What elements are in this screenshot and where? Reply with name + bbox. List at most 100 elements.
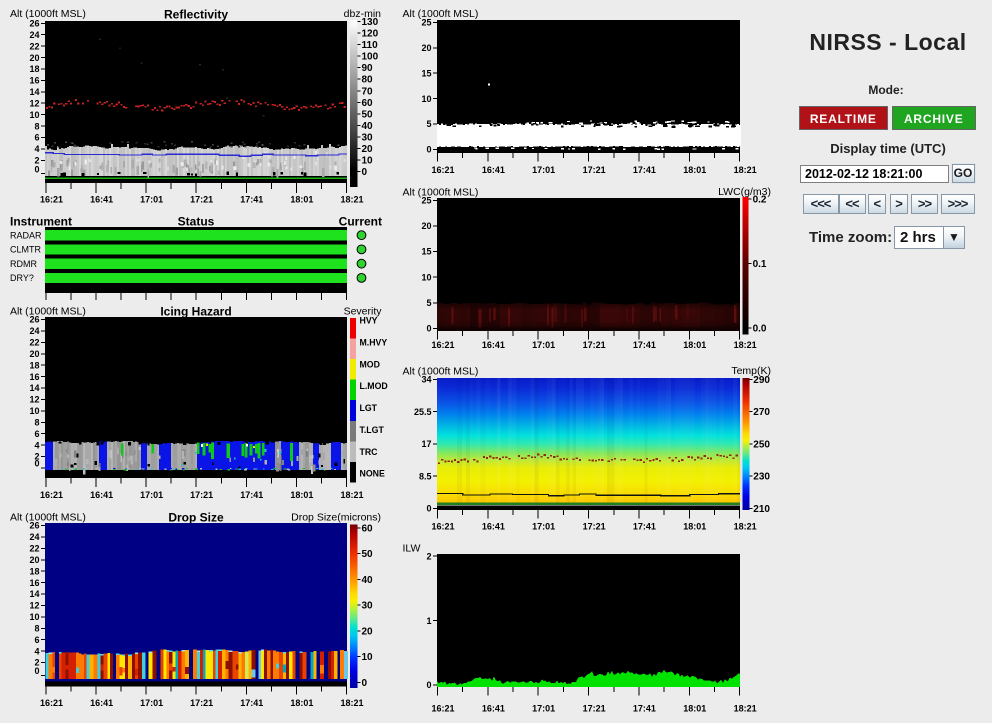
svg-text:Alt (1000ft MSL): Alt (1000ft MSL) [403, 8, 479, 20]
svg-text:25.5: 25.5 [414, 407, 432, 417]
svg-text:17:01: 17:01 [140, 194, 163, 204]
svg-text:20: 20 [29, 349, 39, 359]
svg-text:Alt (1000ft MSL): Alt (1000ft MSL) [403, 187, 479, 199]
svg-text:20: 20 [29, 555, 39, 565]
svg-text:0: 0 [362, 167, 368, 178]
svg-text:18: 18 [29, 360, 39, 370]
svg-text:80: 80 [362, 75, 374, 86]
svg-text:16:41: 16:41 [482, 521, 505, 531]
svg-text:1: 1 [426, 616, 431, 626]
svg-text:Icing Hazard: Icing Hazard [160, 305, 231, 319]
svg-text:90: 90 [362, 63, 374, 74]
svg-text:15: 15 [421, 68, 431, 78]
svg-text:16: 16 [29, 578, 39, 588]
svg-text:18:21: 18:21 [340, 698, 363, 708]
svg-text:14: 14 [29, 589, 39, 599]
svg-text:270: 270 [753, 407, 770, 418]
svg-text:17:21: 17:21 [583, 340, 606, 350]
svg-text:10: 10 [421, 94, 431, 104]
svg-text:Reflectivity: Reflectivity [164, 8, 228, 22]
svg-text:14: 14 [29, 383, 39, 393]
svg-text:30: 30 [362, 601, 374, 612]
svg-text:130: 130 [362, 17, 379, 28]
svg-text:4: 4 [34, 646, 39, 656]
svg-text:17:21: 17:21 [583, 521, 606, 531]
svg-text:17:01: 17:01 [532, 521, 555, 531]
svg-text:10: 10 [362, 156, 374, 167]
svg-text:5: 5 [426, 119, 431, 129]
svg-text:50: 50 [362, 549, 374, 560]
svg-text:4: 4 [34, 440, 39, 450]
svg-text:0: 0 [426, 324, 431, 334]
svg-text:16:21: 16:21 [40, 698, 63, 708]
svg-text:25: 25 [421, 18, 431, 28]
svg-text:16: 16 [29, 372, 39, 382]
svg-text:50: 50 [362, 109, 374, 120]
svg-text:6: 6 [34, 429, 39, 439]
svg-text:Instrument: Instrument [10, 215, 72, 229]
svg-text:25: 25 [421, 196, 431, 206]
svg-text:10: 10 [29, 406, 39, 416]
svg-text:MOD: MOD [360, 359, 380, 369]
svg-text:RADAR: RADAR [10, 230, 42, 240]
svg-text:26: 26 [29, 315, 39, 325]
svg-text:17:01: 17:01 [140, 698, 163, 708]
svg-text:40: 40 [362, 121, 374, 132]
svg-text:20: 20 [421, 221, 431, 231]
svg-text:18:01: 18:01 [290, 490, 313, 500]
svg-text:18:21: 18:21 [734, 521, 757, 531]
svg-text:22: 22 [29, 41, 39, 51]
svg-text:Drop Size: Drop Size [168, 511, 224, 525]
svg-text:Alt (1000ft MSL): Alt (1000ft MSL) [10, 512, 86, 524]
svg-text:16:21: 16:21 [40, 194, 63, 204]
svg-text:18:01: 18:01 [290, 698, 313, 708]
svg-text:DRY?: DRY? [10, 273, 34, 283]
svg-text:18:01: 18:01 [683, 340, 706, 350]
svg-text:210: 210 [753, 504, 770, 515]
svg-text:10: 10 [421, 272, 431, 282]
svg-text:18:21: 18:21 [734, 703, 757, 713]
svg-text:16: 16 [29, 76, 39, 86]
svg-text:26: 26 [29, 19, 39, 29]
svg-text:18:01: 18:01 [683, 521, 706, 531]
svg-text:17:21: 17:21 [190, 194, 213, 204]
svg-text:18: 18 [29, 64, 39, 74]
svg-text:24: 24 [29, 532, 39, 542]
svg-text:60: 60 [362, 524, 374, 535]
svg-text:12: 12 [29, 98, 39, 108]
svg-text:16:21: 16:21 [431, 703, 454, 713]
svg-text:17:21: 17:21 [583, 165, 606, 175]
svg-text:120: 120 [362, 29, 379, 40]
svg-text:17:41: 17:41 [240, 698, 263, 708]
svg-text:0: 0 [362, 678, 368, 689]
svg-text:250: 250 [753, 439, 770, 450]
svg-text:14: 14 [29, 87, 39, 97]
svg-text:16:41: 16:41 [90, 194, 113, 204]
svg-text:0.0: 0.0 [753, 324, 767, 335]
svg-text:18:21: 18:21 [340, 490, 363, 500]
svg-text:0: 0 [426, 504, 431, 514]
svg-text:18:01: 18:01 [290, 194, 313, 204]
svg-text:17:41: 17:41 [633, 165, 656, 175]
svg-text:18: 18 [29, 566, 39, 576]
svg-text:290: 290 [753, 375, 770, 386]
svg-text:17:21: 17:21 [190, 490, 213, 500]
svg-text:0: 0 [426, 680, 431, 690]
svg-text:5: 5 [426, 298, 431, 308]
svg-text:26: 26 [29, 521, 39, 531]
svg-text:CLMTR: CLMTR [10, 245, 41, 255]
svg-text:T.LGT: T.LGT [360, 425, 385, 435]
svg-text:Status: Status [178, 215, 215, 229]
svg-text:0: 0 [34, 666, 39, 676]
svg-text:M.HVY: M.HVY [360, 338, 388, 348]
svg-text:70: 70 [362, 86, 374, 97]
svg-text:HVY: HVY [360, 316, 378, 326]
svg-text:18:01: 18:01 [683, 703, 706, 713]
svg-text:20: 20 [362, 626, 374, 637]
svg-text:60: 60 [362, 98, 374, 109]
svg-text:16:41: 16:41 [90, 698, 113, 708]
svg-text:18:01: 18:01 [683, 165, 706, 175]
svg-text:8: 8 [34, 418, 39, 428]
svg-text:20: 20 [29, 53, 39, 63]
svg-text:Alt (1000ft MSL): Alt (1000ft MSL) [10, 306, 86, 318]
